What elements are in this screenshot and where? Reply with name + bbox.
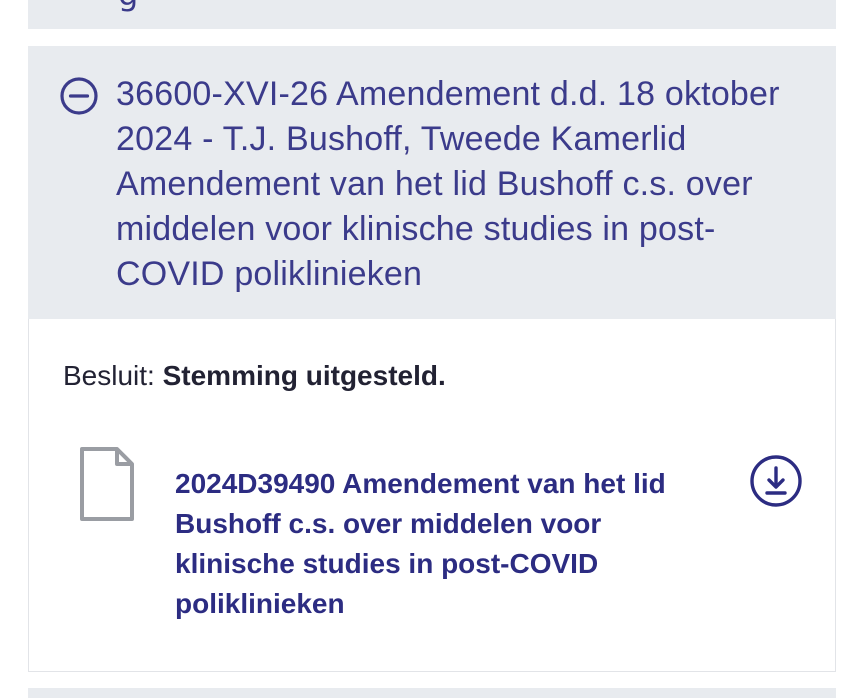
download-circle-icon[interactable] <box>749 454 803 508</box>
next-item-card[interactable] <box>28 688 836 698</box>
besluit-line: Besluit: Stemming uitgesteld. <box>63 358 446 394</box>
previous-item-card[interactable]: g <box>28 0 836 29</box>
page: g 36600-XVI-26 Amendement d.d. 18 oktobe… <box>0 0 862 698</box>
amendement-card: 36600-XVI-26 Amendement d.d. 18 oktober … <box>28 46 836 672</box>
amendement-card-header[interactable]: 36600-XVI-26 Amendement d.d. 18 oktober … <box>28 46 836 319</box>
document-link[interactable]: 2024D39490 Amendement van het lid Bushof… <box>175 464 715 624</box>
besluit-value: Stemming uitgesteld. <box>162 360 446 391</box>
amendement-title[interactable]: 36600-XVI-26 Amendement d.d. 18 oktober … <box>116 72 816 297</box>
minus-circle-icon[interactable] <box>59 76 99 116</box>
document-icon <box>80 447 134 521</box>
besluit-label: Besluit: <box>63 360 155 391</box>
previous-item-title-peek: g <box>118 0 138 14</box>
